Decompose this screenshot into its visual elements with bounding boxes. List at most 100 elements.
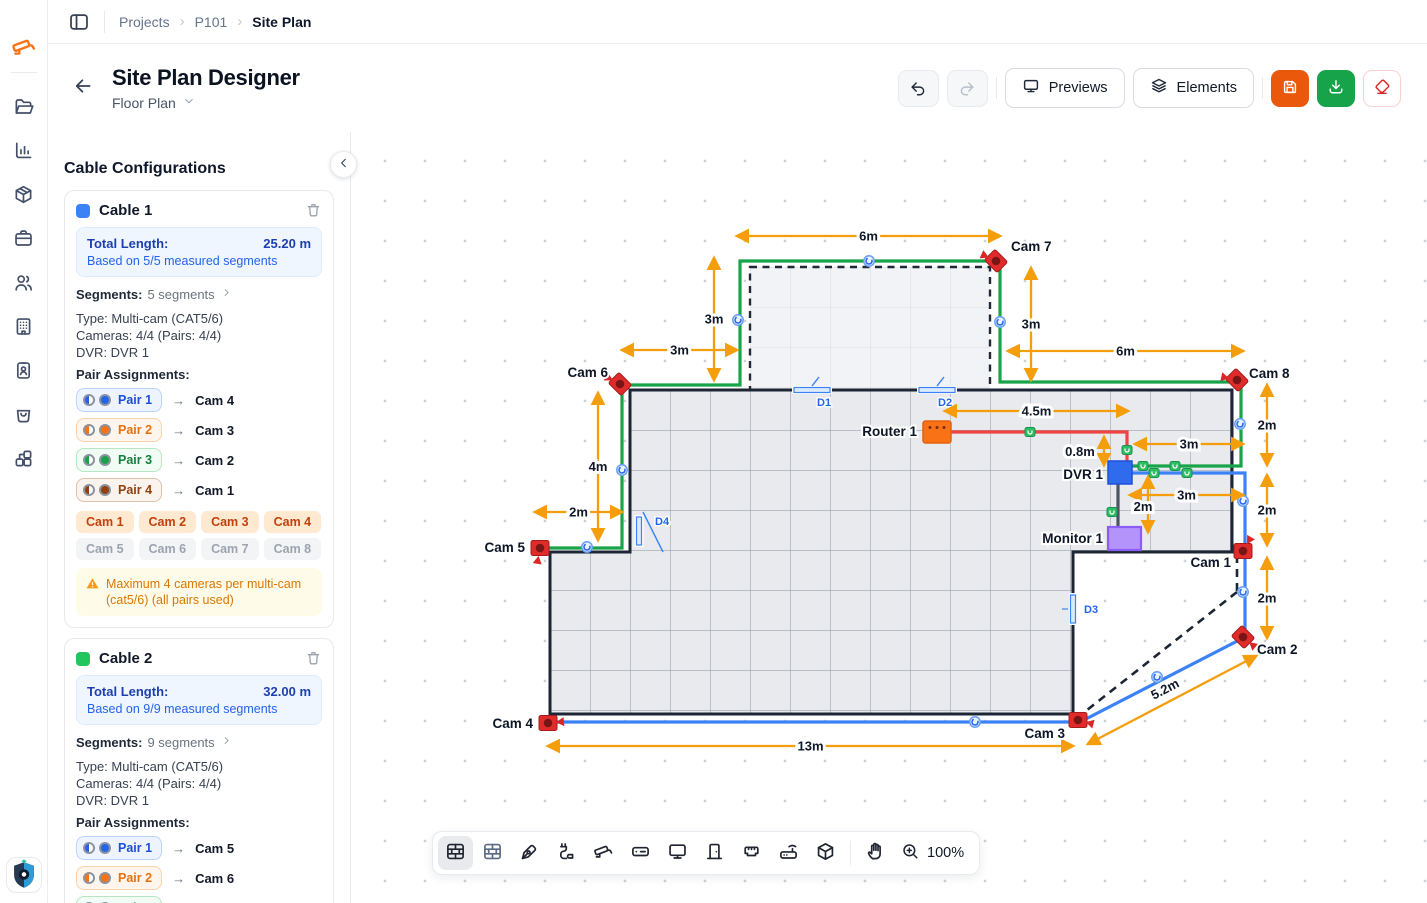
cable-clip[interactable] bbox=[1122, 446, 1132, 455]
previews-label: Previews bbox=[1049, 80, 1108, 96]
half-dot-icon bbox=[83, 454, 95, 466]
cable-node-handle[interactable] bbox=[970, 717, 980, 727]
cable-tool[interactable] bbox=[549, 836, 584, 870]
cable-node-handle[interactable] bbox=[1238, 587, 1248, 597]
dvr-tool[interactable] bbox=[623, 836, 658, 870]
cable-clip[interactable] bbox=[1138, 462, 1148, 471]
pair-badge[interactable]: Pair 1 bbox=[76, 836, 162, 860]
elements-button[interactable]: Elements bbox=[1133, 68, 1254, 108]
pair-badge[interactable]: Pair 2 bbox=[76, 418, 162, 442]
camera-cam-8[interactable]: Cam 8 bbox=[1220, 366, 1290, 392]
cable-node-handle[interactable] bbox=[864, 256, 874, 266]
floor-plan-drawing[interactable]: D1D2D3D4Router 1DVR 1Monitor 16m3m3m3m6m… bbox=[367, 135, 1427, 903]
rail-item-idcard[interactable] bbox=[7, 355, 41, 389]
previews-button[interactable]: Previews bbox=[1005, 68, 1125, 108]
page-header: Site Plan Designer Floor Plan Previews E… bbox=[48, 44, 1427, 132]
hand-tool[interactable] bbox=[858, 836, 893, 870]
door-tool[interactable] bbox=[697, 836, 732, 870]
rail-item-bag[interactable] bbox=[7, 399, 41, 433]
rail-item-package[interactable] bbox=[7, 179, 41, 213]
router-tool[interactable] bbox=[771, 836, 806, 870]
dimension: 4m bbox=[589, 393, 608, 540]
cable-node-handle[interactable] bbox=[582, 542, 592, 552]
total-length-note: Based on 5/5 measured segments bbox=[87, 254, 311, 268]
rail-divider bbox=[11, 72, 37, 73]
cube-tool[interactable] bbox=[808, 836, 843, 870]
rail-item-case[interactable] bbox=[7, 223, 41, 257]
cable-clip[interactable] bbox=[1170, 462, 1180, 471]
camera-chip[interactable]: Cam 1 bbox=[76, 511, 134, 533]
camera-chip[interactable]: Cam 4 bbox=[264, 511, 322, 533]
dimension-label: 6m bbox=[1116, 344, 1135, 359]
camera-chip-disabled[interactable]: Cam 7 bbox=[201, 538, 259, 560]
camera-cam-4[interactable]: Cam 4 bbox=[492, 716, 564, 732]
pair-badge[interactable]: Pair 3 bbox=[76, 448, 162, 472]
port-tool[interactable] bbox=[734, 836, 769, 870]
camera-cam-6[interactable]: Cam 6 bbox=[567, 365, 631, 396]
back-button[interactable] bbox=[72, 75, 98, 101]
breadcrumb-item[interactable]: Site Plan bbox=[252, 14, 311, 30]
floor-plan-dropdown[interactable]: Floor Plan bbox=[112, 94, 300, 111]
breadcrumb-item[interactable]: P101 bbox=[195, 14, 228, 30]
shield-logo-icon bbox=[7, 858, 41, 892]
dimension-label: 2m bbox=[1258, 591, 1277, 606]
pair-badge[interactable]: Pair 3 bbox=[76, 896, 162, 903]
arrow-right-icon: → bbox=[172, 841, 185, 856]
rail-item-blocks[interactable] bbox=[7, 443, 41, 477]
cable-clip[interactable] bbox=[1149, 469, 1159, 478]
eraser-button[interactable] bbox=[1363, 70, 1401, 107]
camera-tool[interactable] bbox=[586, 836, 621, 870]
camera-chip[interactable]: Cam 3 bbox=[201, 511, 259, 533]
pair-camera: Cam 5 bbox=[195, 841, 234, 856]
camera-cam-5[interactable]: Cam 5 bbox=[484, 540, 549, 565]
segments-row[interactable]: Segments:9 segments bbox=[76, 734, 322, 750]
pen-tool[interactable] bbox=[512, 836, 547, 870]
rail-item-folder[interactable] bbox=[7, 91, 41, 125]
cable-node-handle[interactable] bbox=[1238, 496, 1248, 506]
undo-button[interactable] bbox=[898, 70, 939, 107]
cable-clip[interactable] bbox=[1182, 469, 1192, 478]
trash-icon[interactable] bbox=[305, 202, 322, 219]
camera-cam-2[interactable]: Cam 2 bbox=[1231, 625, 1297, 657]
total-length-value: 32.00 m bbox=[263, 684, 311, 699]
plan-canvas[interactable]: D1D2D3D4Router 1DVR 1Monitor 16m3m3m3m6m… bbox=[351, 132, 1427, 903]
cable-color-swatch bbox=[76, 204, 90, 218]
pair-camera: Cam 4 bbox=[195, 393, 234, 408]
cable-clip[interactable] bbox=[1107, 508, 1117, 517]
rail-item-building[interactable] bbox=[7, 311, 41, 345]
cable-node-handle[interactable] bbox=[733, 315, 743, 325]
wall-outline-tool[interactable] bbox=[475, 836, 510, 870]
dimension-label: 3m bbox=[1180, 437, 1199, 452]
breadcrumb-item[interactable]: Projects bbox=[119, 14, 170, 30]
pair-badge[interactable]: Pair 4 bbox=[76, 478, 162, 502]
download-button[interactable] bbox=[1317, 70, 1355, 107]
camera-chip[interactable]: Cam 2 bbox=[139, 511, 197, 533]
pair-badge[interactable]: Pair 2 bbox=[76, 866, 162, 890]
trash-icon[interactable] bbox=[305, 650, 322, 667]
cable-node-handle[interactable] bbox=[617, 465, 627, 475]
cable-node-handle[interactable] bbox=[1152, 672, 1162, 682]
camera-cam-3[interactable]: Cam 3 bbox=[1024, 713, 1094, 742]
panel-collapse-button[interactable] bbox=[330, 151, 357, 178]
camera-chip-disabled[interactable]: Cam 5 bbox=[76, 538, 134, 560]
chevron-right-icon bbox=[220, 286, 233, 302]
camera-chip-disabled[interactable]: Cam 8 bbox=[264, 538, 322, 560]
segments-row[interactable]: Segments:5 segments bbox=[76, 286, 322, 302]
cable-node-handle[interactable] bbox=[1235, 419, 1245, 429]
camera-chip-disabled[interactable]: Cam 6 bbox=[139, 538, 197, 560]
save-button[interactable] bbox=[1271, 70, 1309, 107]
wall-tool[interactable] bbox=[438, 836, 473, 870]
zoom-control[interactable]: 100% bbox=[895, 842, 974, 865]
rail-item-chart[interactable] bbox=[7, 135, 41, 169]
redo-button[interactable] bbox=[947, 70, 988, 107]
shield-logo-button[interactable] bbox=[6, 857, 42, 893]
half-dot-icon bbox=[83, 872, 95, 884]
cable-node-handle[interactable] bbox=[995, 317, 1005, 327]
cable-card-2: Cable 2Total Length:32.00 mBased on 9/9 … bbox=[64, 638, 334, 903]
sidebar-toggle-icon[interactable] bbox=[68, 11, 90, 33]
pair-badge[interactable]: Pair 1 bbox=[76, 388, 162, 412]
monitor-tool[interactable] bbox=[660, 836, 695, 870]
cable-clip[interactable] bbox=[1025, 428, 1035, 437]
rail-item-users[interactable] bbox=[7, 267, 41, 301]
pair-label: Pair 1 bbox=[118, 393, 152, 407]
